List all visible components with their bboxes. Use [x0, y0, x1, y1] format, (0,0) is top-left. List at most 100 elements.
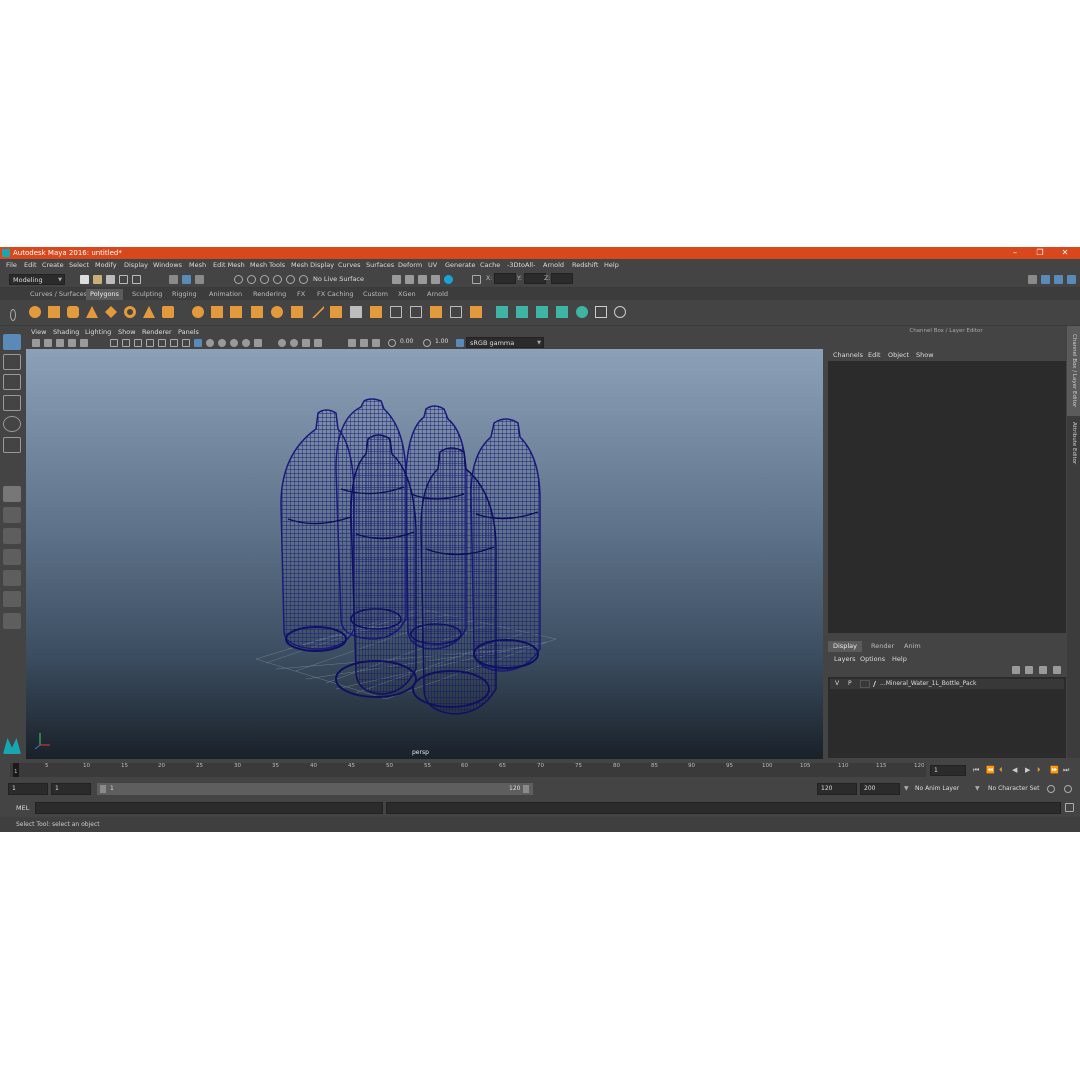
menu-edit-mesh[interactable]: Edit Mesh: [213, 261, 245, 269]
poly-cylinder-icon[interactable]: [67, 306, 79, 318]
layer-display-type[interactable]: [860, 680, 870, 688]
step-forward-frame-icon[interactable]: ⏩: [1050, 766, 1059, 774]
shelf-options-icon[interactable]: [10, 309, 16, 321]
go-to-start-icon[interactable]: ⏮: [973, 766, 979, 775]
append-polygon-icon[interactable]: [430, 306, 442, 318]
safe-action-icon[interactable]: [170, 339, 178, 347]
tab-sculpting[interactable]: Sculpting: [128, 289, 166, 300]
menu-arnold[interactable]: Arnold: [543, 261, 564, 269]
tab-rendering[interactable]: Rendering: [249, 289, 290, 300]
menu-layer-help[interactable]: Help: [892, 655, 907, 663]
tab-display[interactable]: Display: [828, 641, 862, 652]
play-forwards-icon[interactable]: ▶: [1025, 766, 1030, 774]
uv-editor-icon[interactable]: [576, 306, 588, 318]
menu-mesh-tools[interactable]: Mesh Tools: [250, 261, 285, 269]
panel-menu-renderer[interactable]: Renderer: [142, 328, 172, 336]
y-input[interactable]: [524, 273, 546, 284]
gamma-icon[interactable]: [423, 339, 431, 347]
booleans-icon[interactable]: [271, 306, 283, 318]
bevel-icon[interactable]: [370, 306, 382, 318]
menu-edit[interactable]: Edit: [24, 261, 37, 269]
panel-menu-panels[interactable]: Panels: [178, 328, 199, 336]
depth-of-field-icon[interactable]: [314, 339, 322, 347]
select-hierarchy-icon[interactable]: [169, 275, 178, 284]
render-frame-icon[interactable]: [405, 275, 414, 284]
select-object-icon[interactable]: [182, 275, 191, 284]
range-end-handle[interactable]: [523, 785, 529, 793]
separate-icon[interactable]: [211, 306, 223, 318]
use-all-lights-icon[interactable]: [242, 339, 250, 347]
menu-file[interactable]: File: [6, 261, 17, 269]
step-forward-key-icon[interactable]: ⏵: [1037, 766, 1041, 775]
x-ray-joints-icon[interactable]: [372, 339, 380, 347]
time-slider[interactable]: 1 5 10 15 20 25 30 35 40 45 50 55 60 65 …: [0, 760, 1080, 780]
poly-sphere-icon[interactable]: [29, 306, 41, 318]
menu-channels[interactable]: Channels: [833, 351, 863, 359]
menu-mesh-display[interactable]: Mesh Display: [291, 261, 334, 269]
extract-icon[interactable]: [230, 306, 242, 318]
grease-pencil-icon[interactable]: [80, 339, 88, 347]
two-d-pan-icon[interactable]: [68, 339, 76, 347]
menu-object[interactable]: Object: [888, 351, 909, 359]
snap-grid-icon[interactable]: [234, 275, 243, 284]
field-chart-icon[interactable]: [158, 339, 166, 347]
gamma-input[interactable]: 1.00: [432, 337, 454, 348]
menu-options[interactable]: Options: [860, 655, 885, 663]
minimize-button[interactable]: –: [1004, 247, 1026, 259]
x-input[interactable]: [494, 273, 516, 284]
motion-blur-icon[interactable]: [290, 339, 298, 347]
tool-settings-toggle-icon[interactable]: [1054, 275, 1063, 284]
fill-hole-icon[interactable]: [450, 306, 462, 318]
anti-aliasing-icon[interactable]: [302, 339, 310, 347]
end-time-input[interactable]: 200: [860, 783, 900, 795]
color-space-dropdown[interactable]: sRGB gamma ▼: [466, 337, 544, 348]
bookmark-icon[interactable]: [44, 339, 52, 347]
menu-generate[interactable]: Generate: [445, 261, 475, 269]
resolution-gate-icon[interactable]: [134, 339, 142, 347]
menu-surfaces[interactable]: Surfaces: [366, 261, 394, 269]
tab-animation[interactable]: Animation: [205, 289, 246, 300]
new-empty-layer-icon[interactable]: [1039, 666, 1047, 674]
menu-uv[interactable]: UV: [428, 261, 437, 269]
redo-icon[interactable]: [132, 275, 141, 284]
exposure-icon[interactable]: [388, 339, 396, 347]
current-frame-input[interactable]: 1: [930, 765, 966, 776]
wireframe-icon[interactable]: [194, 339, 202, 347]
move-tool-icon[interactable]: [3, 395, 21, 411]
command-input[interactable]: [35, 802, 383, 814]
tab-polygons[interactable]: Polygons: [86, 289, 123, 300]
hypershade-layout-icon[interactable]: [3, 570, 21, 586]
menu-modify[interactable]: Modify: [95, 261, 117, 269]
grid-icon[interactable]: [110, 339, 118, 347]
four-view-layout-icon[interactable]: [3, 507, 21, 523]
mirror-icon[interactable]: [291, 306, 303, 318]
tab-arnold[interactable]: Arnold: [423, 289, 452, 300]
persp-outliner-layout-icon[interactable]: [3, 528, 21, 544]
multi-cut-icon[interactable]: [312, 306, 324, 318]
gate-mask-icon[interactable]: [146, 339, 154, 347]
color-management-icon[interactable]: [456, 339, 464, 347]
go-to-end-icon[interactable]: ⏭: [1063, 766, 1069, 775]
paint-select-tool-icon[interactable]: [3, 374, 21, 390]
move-layer-down-icon[interactable]: [1025, 666, 1033, 674]
snap-point-icon[interactable]: [260, 275, 269, 284]
safe-title-icon[interactable]: [182, 339, 190, 347]
poly-torus-icon[interactable]: [124, 306, 136, 318]
poly-cone-icon[interactable]: [86, 306, 98, 318]
tab-render[interactable]: Render: [866, 641, 899, 652]
select-component-icon[interactable]: [195, 275, 204, 284]
side-tab-attribute-editor[interactable]: Attribute Editor: [1067, 418, 1080, 468]
range-bar[interactable]: 1 120: [97, 783, 533, 795]
isolate-select-icon[interactable]: [348, 339, 356, 347]
select-tool-icon[interactable]: [3, 334, 21, 350]
extrude-icon[interactable]: [330, 306, 342, 318]
new-scene-icon[interactable]: [80, 275, 89, 284]
menu-mesh[interactable]: Mesh: [189, 261, 206, 269]
menu-deform[interactable]: Deform: [398, 261, 422, 269]
persp-graph-layout-icon[interactable]: [3, 549, 21, 565]
textured-icon[interactable]: [230, 339, 238, 347]
perspective-viewport[interactable]: persp: [26, 349, 823, 759]
live-surface-field[interactable]: No Live Surface: [310, 274, 366, 285]
x-ray-icon[interactable]: [360, 339, 368, 347]
character-set-arrow-icon[interactable]: ▼: [975, 785, 980, 792]
